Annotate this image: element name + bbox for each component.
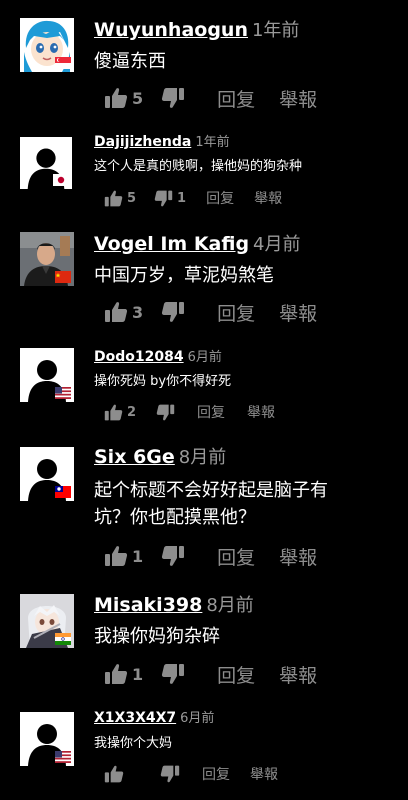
thumbs-down-icon (160, 764, 180, 784)
reply-button[interactable]: 回复 (202, 764, 230, 784)
thumbs-up-icon (104, 544, 128, 568)
avatar[interactable] (20, 447, 74, 501)
avatar[interactable] (20, 712, 74, 766)
username[interactable]: X1X3X4X7 (94, 710, 176, 726)
thumbs-up-icon (104, 86, 128, 110)
report-button[interactable]: 舉報 (279, 543, 317, 570)
comment-text: 我操你个大妈 (94, 736, 173, 751)
avatar[interactable] (20, 137, 72, 189)
username[interactable]: Dodo12084 (94, 349, 184, 365)
comment-text: 操你死妈 by你不得好死 (94, 374, 232, 389)
like-count: 2 (127, 404, 137, 420)
thumbs-up-icon (104, 189, 123, 208)
reply-button[interactable]: 回复 (206, 188, 234, 208)
dislike-button[interactable] (161, 662, 185, 686)
timestamp: 4月前 (253, 234, 301, 255)
thumbs-up-icon (104, 300, 128, 324)
comment-text: 中国万岁，草泥妈煞笔 (94, 265, 274, 286)
like-button[interactable] (104, 764, 124, 784)
reply-button[interactable]: 回复 (217, 661, 255, 688)
timestamp: 1年前 (195, 135, 230, 150)
dislike-button[interactable] (161, 300, 185, 324)
usa-flag-icon (55, 751, 71, 763)
reply-button[interactable]: 回复 (217, 543, 255, 570)
dislike-button[interactable]: 1 (154, 189, 186, 208)
report-button[interactable]: 舉報 (279, 299, 317, 326)
timestamp: 1年前 (251, 20, 300, 41)
timestamp: 6月前 (180, 711, 215, 726)
comment-text: 起个标题不会好好起是脑子有 坑？你也配摸黑他？ (94, 477, 368, 531)
report-button[interactable]: 舉報 (250, 764, 278, 784)
username[interactable]: Six 6Ge (94, 446, 175, 468)
comment-text: 这个人是真的贱啊，操他妈的狗杂种 (94, 159, 303, 174)
dislike-count: 1 (177, 190, 187, 206)
dislike-button[interactable] (161, 544, 185, 568)
dislike-button[interactable] (161, 86, 185, 110)
thumbs-down-icon (161, 544, 185, 568)
like-count: 5 (127, 190, 137, 206)
thumbs-down-icon (154, 189, 173, 208)
reply-button[interactable]: 回复 (217, 85, 255, 112)
username[interactable]: Dajijizhenda (94, 134, 191, 150)
reply-button[interactable]: 回复 (217, 299, 255, 326)
avatar[interactable] (20, 18, 74, 72)
username[interactable]: Wuyunhaogun (94, 19, 248, 41)
report-button[interactable]: 舉報 (279, 85, 317, 112)
like-count: 3 (132, 302, 144, 322)
comment-text: 我操你妈狗杂碎 (94, 626, 220, 647)
like-button[interactable]: 2 (104, 403, 136, 422)
username[interactable]: Misaki398 (94, 594, 202, 616)
thumbs-down-icon (161, 300, 185, 324)
like-button[interactable]: 5 (104, 86, 143, 110)
avatar[interactable] (20, 232, 74, 286)
comment-text-line: 坑？你也配摸黑他？ (94, 507, 256, 528)
like-button[interactable]: 1 (104, 662, 143, 686)
taiwan-flag-icon (55, 486, 71, 498)
dislike-button[interactable] (160, 764, 180, 784)
report-button[interactable]: 舉報 (254, 188, 282, 208)
thumbs-up-icon (104, 403, 123, 422)
report-button[interactable]: 舉報 (279, 661, 317, 688)
reply-button[interactable]: 回复 (197, 402, 225, 422)
comment-text-line: 起个标题不会好好起是脑子有 (94, 480, 328, 501)
singapore-flag-icon (55, 57, 71, 69)
thumbs-down-icon (156, 403, 175, 422)
thumbs-down-icon (161, 86, 185, 110)
like-button[interactable]: 3 (104, 300, 143, 324)
thumbs-up-icon (104, 764, 124, 784)
avatar[interactable] (20, 348, 74, 402)
like-button[interactable]: 5 (104, 189, 136, 208)
usa-flag-icon (55, 387, 71, 399)
china-flag-icon (55, 271, 71, 283)
like-count: 1 (132, 546, 144, 566)
thumbs-up-icon (104, 662, 128, 686)
timestamp: 8月前 (206, 595, 254, 616)
username[interactable]: Vogel Im Kafig (94, 233, 249, 255)
like-count: 5 (132, 88, 144, 108)
dislike-button[interactable] (156, 403, 175, 422)
india-flag-icon (55, 633, 71, 645)
like-count: 1 (132, 664, 144, 684)
avatar[interactable] (20, 594, 74, 648)
timestamp: 6月前 (187, 350, 222, 365)
thumbs-down-icon (161, 662, 185, 686)
japan-flag-icon (53, 174, 69, 186)
like-button[interactable]: 1 (104, 544, 143, 568)
comment-text: 傻逼东西 (94, 51, 166, 72)
timestamp: 8月前 (178, 447, 227, 468)
report-button[interactable]: 舉報 (247, 402, 275, 422)
